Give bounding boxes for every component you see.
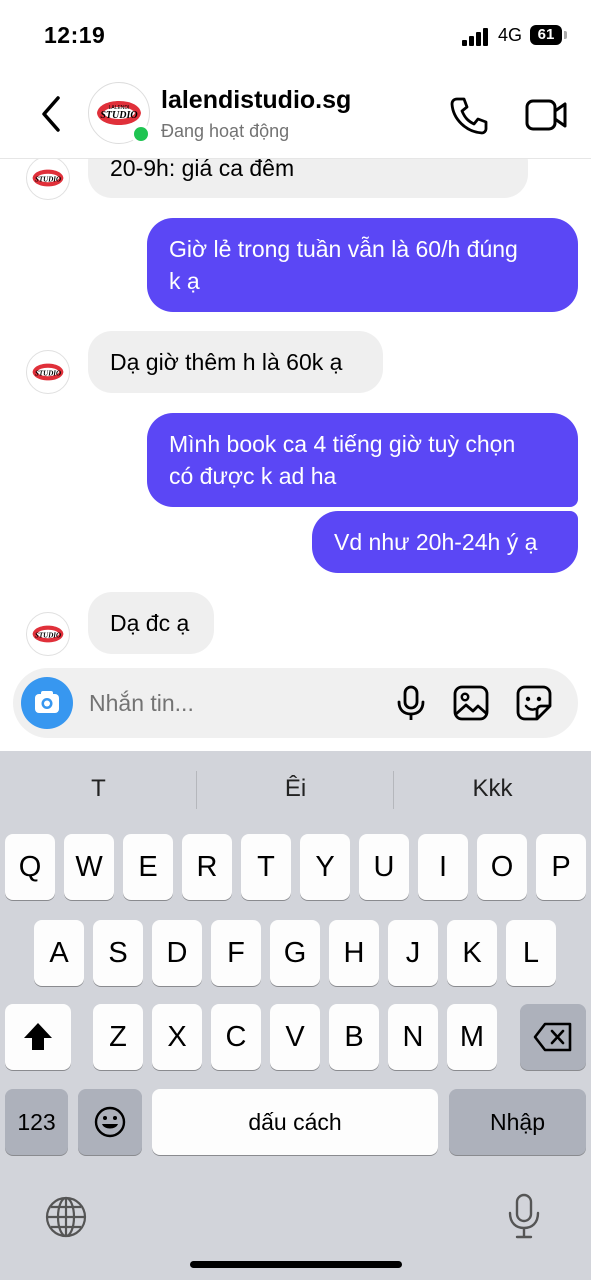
outgoing-message[interactable]: Giờ lẻ trong tuần vẫn là 60/h đúng k ạ: [147, 218, 578, 312]
space-key[interactable]: dấu cách: [152, 1089, 438, 1155]
key-f[interactable]: F: [211, 920, 261, 986]
shift-key[interactable]: [5, 1004, 71, 1070]
phone-call-icon[interactable]: [448, 94, 490, 136]
message-composer[interactable]: Nhắn tin...: [13, 668, 578, 738]
key-x[interactable]: X: [152, 1004, 202, 1070]
message-text: Dạ giờ thêm h là 60k ạ: [110, 349, 343, 375]
backspace-icon: [533, 1022, 572, 1052]
message-text: Dạ đc ạ: [110, 610, 190, 636]
numbers-key[interactable]: 123: [5, 1089, 68, 1155]
key-p[interactable]: P: [536, 834, 586, 900]
key-u[interactable]: U: [359, 834, 409, 900]
key-d[interactable]: D: [152, 920, 202, 986]
studio-logo-icon: STUDIO: [32, 625, 64, 643]
sender-avatar[interactable]: STUDIO: [26, 350, 70, 394]
key-k[interactable]: K: [447, 920, 497, 986]
key-h[interactable]: H: [329, 920, 379, 986]
presence-status: Đang hoạt động: [161, 121, 290, 141]
gallery-icon[interactable]: [452, 684, 490, 722]
back-arrow-icon[interactable]: [34, 92, 74, 136]
suggestion-1[interactable]: T: [0, 775, 197, 803]
key-b[interactable]: B: [329, 1004, 379, 1070]
key-y[interactable]: Y: [300, 834, 350, 900]
emoji-key[interactable]: [78, 1089, 142, 1155]
key-z[interactable]: Z: [93, 1004, 143, 1070]
key-o[interactable]: O: [477, 834, 527, 900]
svg-text:STUDIO: STUDIO: [35, 632, 61, 640]
svg-text:STUDIO: STUDIO: [35, 176, 61, 184]
message-text-line: Mình book ca 4 tiếng giờ tuỳ chọn: [169, 431, 516, 457]
sender-avatar[interactable]: STUDIO: [26, 158, 70, 200]
emoji-icon: [94, 1106, 126, 1138]
studio-logo-icon: STUDIO: [32, 169, 64, 187]
message-text: 20-9h: giá ca đêm: [110, 158, 295, 181]
message-text-line: Giờ lẻ trong tuần vẫn là 60/h đúng: [169, 236, 518, 262]
key-l[interactable]: L: [506, 920, 556, 986]
message-text: Vd như 20h-24h ý ạ: [334, 529, 538, 555]
globe-icon[interactable]: [44, 1195, 88, 1239]
incoming-message[interactable]: 20-9h: giá ca đêm: [88, 158, 528, 198]
key-g[interactable]: G: [270, 920, 320, 986]
svg-text:STUDIO: STUDIO: [35, 370, 61, 378]
shift-icon: [24, 1023, 52, 1050]
chat-header: LALENDI STUDIO lalendistudio.sg Đang hoạ…: [0, 70, 591, 159]
incoming-message[interactable]: Dạ giờ thêm h là 60k ạ: [88, 331, 383, 393]
backspace-key[interactable]: [520, 1004, 586, 1070]
battery-icon: 61: [530, 25, 567, 45]
key-n[interactable]: N: [388, 1004, 438, 1070]
suggestion-2[interactable]: Êi: [197, 775, 394, 803]
video-call-icon[interactable]: [524, 96, 568, 134]
key-c[interactable]: C: [211, 1004, 261, 1070]
camera-icon: [35, 691, 59, 713]
message-input[interactable]: Nhắn tin...: [89, 690, 194, 717]
dictation-icon[interactable]: [504, 1191, 544, 1241]
sticker-icon[interactable]: [515, 684, 553, 722]
key-i[interactable]: I: [418, 834, 468, 900]
camera-button[interactable]: [21, 677, 73, 729]
contact-name[interactable]: lalendistudio.sg: [161, 86, 351, 115]
status-bar: 12:19 4G 61: [0, 0, 591, 70]
key-e[interactable]: E: [123, 834, 173, 900]
online-status-dot: [131, 124, 151, 144]
key-t[interactable]: T: [241, 834, 291, 900]
key-r[interactable]: R: [182, 834, 232, 900]
network-type: 4G: [498, 25, 523, 45]
return-key[interactable]: Nhập: [449, 1089, 586, 1155]
svg-text:STUDIO: STUDIO: [100, 110, 137, 121]
key-a[interactable]: A: [34, 920, 84, 986]
key-w[interactable]: W: [64, 834, 114, 900]
message-list[interactable]: STUDIO 20-9h: giá ca đêm Giờ lẻ trong tu…: [0, 158, 591, 664]
outgoing-message[interactable]: Vd như 20h-24h ý ạ: [312, 511, 578, 573]
message-text-line: k ạ: [169, 268, 200, 294]
studio-logo-icon: STUDIO: [32, 363, 64, 381]
suggestion-3[interactable]: Kkk: [394, 775, 591, 803]
incoming-message[interactable]: Dạ đc ạ: [88, 592, 214, 654]
key-j[interactable]: J: [388, 920, 438, 986]
key-q[interactable]: Q: [5, 834, 55, 900]
key-v[interactable]: V: [270, 1004, 320, 1070]
message-text-line: có được k ad ha: [169, 463, 337, 489]
key-m[interactable]: M: [447, 1004, 497, 1070]
status-time: 12:19: [44, 22, 106, 48]
outgoing-message[interactable]: Mình book ca 4 tiếng giờ tuỳ chọn có đượ…: [147, 413, 578, 507]
home-indicator[interactable]: [190, 1261, 402, 1268]
sender-avatar[interactable]: STUDIO: [26, 612, 70, 656]
keyboard: T Êi Kkk Q W E R T Y U I O P A S D F G H…: [0, 751, 591, 1280]
signal-icon: [462, 28, 492, 46]
key-s[interactable]: S: [93, 920, 143, 986]
microphone-icon[interactable]: [392, 684, 430, 722]
